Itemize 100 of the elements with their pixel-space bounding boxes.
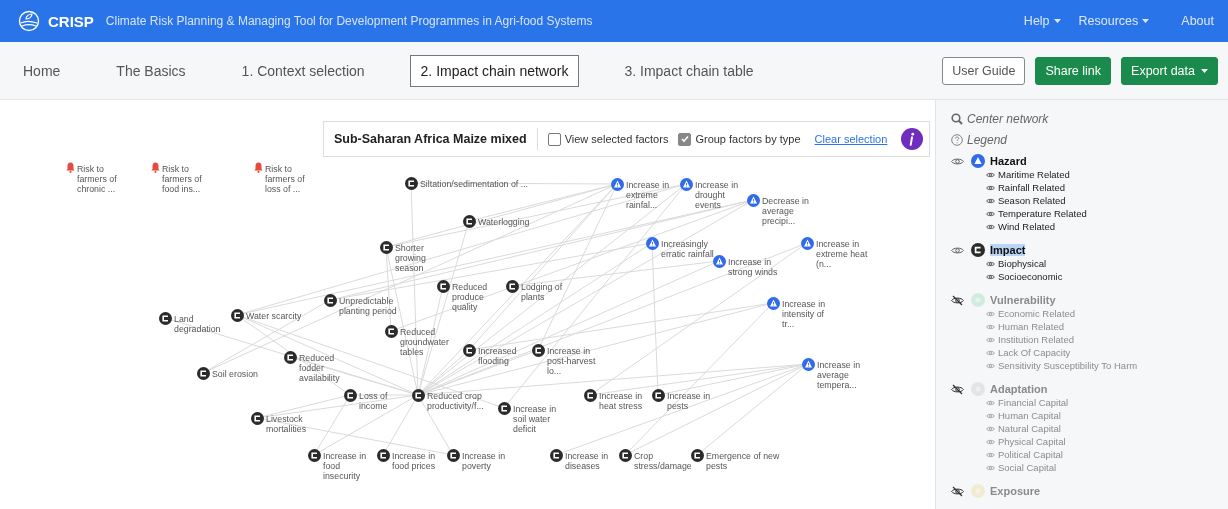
impact-node-icon[interactable] — [385, 325, 398, 338]
app-subtitle: Climate Risk Planning & Managing Tool for Development Programmes in Agri-food Systems — [105, 14, 593, 28]
nav-tab[interactable]: 3. Impact chain table — [613, 54, 765, 87]
legend-group-label[interactable]: Exposure — [990, 485, 1041, 497]
impact-node-icon[interactable] — [380, 241, 393, 254]
action-button[interactable]: User Guide — [942, 56, 1026, 85]
eye-icon[interactable] — [986, 210, 995, 217]
eye-icon[interactable] — [986, 273, 995, 280]
legend-group-label[interactable]: Impact — [990, 244, 1026, 256]
impact-node-icon[interactable] — [377, 449, 390, 462]
eye-slash-icon[interactable] — [951, 294, 964, 306]
impact-node-icon[interactable] — [324, 294, 337, 307]
legend-item[interactable]: Sensitivity Susceptibility To Harm — [998, 359, 1138, 372]
legend-item[interactable]: Physical Capital — [998, 435, 1066, 448]
legend-item[interactable]: Economic Related — [998, 307, 1076, 320]
bell-icon[interactable] — [151, 162, 160, 173]
nav-link[interactable]: Help — [1023, 14, 1061, 28]
legend-item[interactable]: Natural Capital — [998, 422, 1061, 435]
nav-tab[interactable]: Home — [12, 54, 72, 87]
eye-icon[interactable] — [986, 260, 995, 267]
impact-node-icon[interactable] — [463, 215, 476, 228]
impact-node-icon[interactable] — [691, 449, 704, 462]
group-type-icon — [971, 484, 985, 498]
legend-item[interactable]: Lack Of Capacity — [998, 346, 1071, 359]
node-label: Increased flooding — [478, 346, 518, 366]
nav-tab[interactable]: 1. Context selection — [230, 54, 376, 87]
bell-icon[interactable] — [254, 162, 263, 173]
impact-node-icon[interactable] — [506, 280, 519, 293]
impact-node-icon[interactable] — [231, 309, 244, 322]
legend-item[interactable]: Rainfall Related — [998, 181, 1066, 194]
warning-triangle-icon[interactable] — [646, 237, 659, 250]
legend-item[interactable]: Human Capital — [998, 409, 1061, 422]
impact-node-icon[interactable] — [437, 280, 450, 293]
legend-item[interactable]: Financial Capital — [998, 396, 1069, 409]
warning-triangle-icon[interactable] — [713, 255, 726, 268]
impact-node-icon[interactable] — [447, 449, 460, 462]
impact-node-icon[interactable] — [308, 449, 321, 462]
bell-icon[interactable] — [66, 162, 75, 173]
legend-item[interactable]: Wind Related — [998, 220, 1056, 233]
impact-node-icon[interactable] — [412, 389, 425, 402]
checkbox-label: View selected factors — [564, 133, 669, 145]
checkbox[interactable] — [547, 132, 561, 146]
legend-item[interactable]: Social Capital — [998, 461, 1057, 474]
clear-selection-link[interactable]: Clear selection — [814, 133, 888, 145]
legend-group-label[interactable]: Hazard — [990, 155, 1027, 167]
impact-node-icon[interactable] — [405, 177, 418, 190]
warning-triangle-icon[interactable] — [802, 358, 815, 371]
nav-tab[interactable]: 2. Impact chain network — [409, 54, 580, 87]
node-label: Soil erosion — [212, 369, 259, 379]
info-icon[interactable] — [901, 128, 923, 150]
node-label: Increase in food insecurity — [323, 451, 368, 481]
checkbox[interactable] — [678, 132, 692, 146]
eye-icon[interactable] — [986, 223, 995, 230]
legend-item[interactable]: Temperature Related — [998, 207, 1087, 220]
eye-icon[interactable] — [951, 245, 964, 255]
eye-icon[interactable] — [986, 184, 995, 191]
nav-link[interactable]: About — [1181, 14, 1214, 28]
node-label: Increase in pests — [667, 391, 712, 411]
legend-item[interactable]: Socioeconomic — [998, 270, 1063, 283]
legend-item[interactable]: Season Related — [998, 194, 1066, 207]
legend-group-label[interactable]: Vulnerability — [990, 294, 1056, 306]
legend-item[interactable]: Human Related — [998, 320, 1064, 333]
nav-link[interactable]: Resources — [1078, 14, 1150, 28]
legend-item[interactable]: Political Capital — [998, 448, 1063, 461]
impact-node-icon[interactable] — [498, 402, 511, 415]
nav-tab[interactable]: The Basics — [105, 54, 197, 87]
eye-slash-icon[interactable] — [951, 485, 964, 497]
impact-node-icon[interactable] — [284, 351, 297, 364]
legend-group-label[interactable]: Adaptation — [990, 383, 1048, 395]
eye-slash-icon[interactable] — [951, 383, 964, 395]
action-button[interactable]: Export data — [1121, 56, 1218, 85]
impact-node-icon[interactable] — [344, 389, 357, 402]
impact-node-icon[interactable] — [550, 449, 563, 462]
impact-node-icon[interactable] — [159, 312, 172, 325]
warning-triangle-icon[interactable] — [767, 297, 780, 310]
action-button[interactable]: Share link — [1035, 56, 1112, 85]
eye-icon[interactable] — [951, 156, 964, 166]
warning-triangle-icon[interactable] — [611, 178, 624, 191]
node-label: Reduced groundwater tables — [400, 327, 450, 357]
legend-item[interactable]: Institution Related — [998, 333, 1075, 346]
impact-node-icon[interactable] — [532, 344, 545, 357]
legend-item[interactable]: Maritime Related — [998, 168, 1070, 181]
node-label: Reduced produce quality — [452, 282, 489, 312]
search-icon[interactable] — [951, 113, 963, 125]
impact-node-icon[interactable] — [463, 344, 476, 357]
warning-triangle-icon[interactable] — [747, 194, 760, 207]
legend-item[interactable]: Biophysical — [998, 257, 1047, 270]
impact-node-icon[interactable] — [251, 412, 264, 425]
center-network-link[interactable]: Center network — [967, 112, 1049, 126]
eye-icon[interactable] — [986, 171, 995, 178]
warning-triangle-icon[interactable] — [680, 178, 693, 191]
impact-node-icon[interactable] — [197, 367, 210, 380]
warning-triangle-icon[interactable] — [801, 237, 814, 250]
impact-node-icon[interactable] — [652, 389, 665, 402]
eye-icon[interactable] — [986, 197, 995, 204]
brand-name[interactable]: CRISP — [48, 12, 94, 30]
help-icon[interactable] — [951, 134, 963, 146]
impact-node-icon[interactable] — [584, 389, 597, 402]
impact-node-icon[interactable] — [619, 449, 632, 462]
node-label: Risk to farmers of loss of ... — [265, 164, 306, 194]
